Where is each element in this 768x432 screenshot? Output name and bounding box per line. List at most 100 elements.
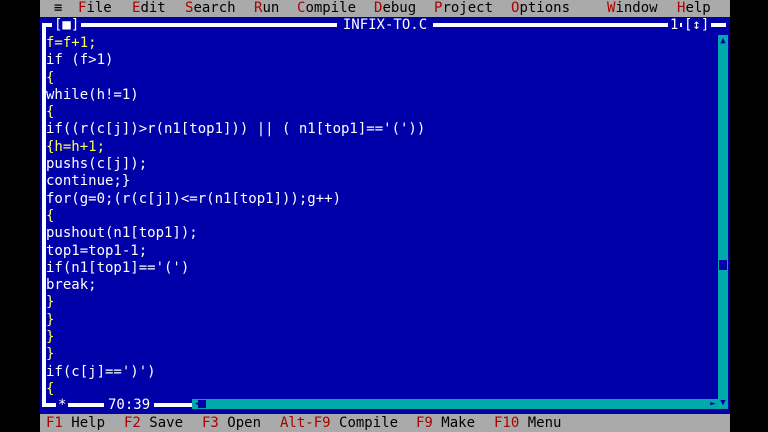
- code-text: {: [46, 69, 55, 86]
- horizontal-scroll-thumb[interactable]: [198, 400, 206, 408]
- menu-options[interactable]: Options: [511, 0, 570, 17]
- status-compile-label: Compile: [339, 415, 399, 431]
- status-save[interactable]: F2 Save: [124, 414, 183, 432]
- menu-bar: ≡ File Edit Search Run Compile Debug Pro…: [40, 0, 730, 17]
- code-text: }: [46, 294, 55, 311]
- code-line[interactable]: if(n1[top1]=='('): [46, 260, 716, 277]
- status-bar: F1 Help F2 Save F3 Open Alt-F9 Compile F…: [40, 414, 730, 432]
- code-text: continue;}: [46, 173, 131, 190]
- code-line[interactable]: }: [46, 312, 716, 329]
- code-text: while(h!=1): [46, 86, 139, 103]
- code-line[interactable]: while(h!=1): [46, 87, 716, 104]
- menu-help[interactable]: Help: [677, 0, 711, 17]
- menu-compile-label: ompile: [305, 0, 357, 16]
- menu-debug[interactable]: Debug: [374, 0, 416, 17]
- window-number: 1: [668, 17, 681, 33]
- code-text: }: [46, 346, 55, 363]
- status-menu-key: F10: [494, 415, 520, 431]
- status-help-label: Help: [71, 415, 106, 431]
- code-text: }: [46, 329, 55, 346]
- close-box-icon[interactable]: [■]: [52, 17, 82, 33]
- code-line[interactable]: {: [46, 381, 716, 398]
- code-text: for(g=0;(r(c[j])<=r(n1[top1]));g++): [46, 190, 342, 207]
- zoom-box-icon[interactable]: [↕]: [682, 17, 712, 33]
- menu-search-label: earch: [193, 0, 236, 16]
- code-line[interactable]: }: [46, 294, 716, 311]
- status-make-label: Make: [441, 415, 476, 431]
- menu-project[interactable]: Project: [434, 0, 493, 17]
- menu-window-label: indow: [615, 0, 658, 16]
- code-line[interactable]: f=f+1;: [46, 35, 716, 52]
- code-editor[interactable]: f=f+1; if (f>1) { while(h!=1) { if((r(c[…: [46, 35, 716, 410]
- code-line[interactable]: top1=top1-1;: [46, 243, 716, 260]
- code-text: {: [46, 104, 55, 121]
- code-text: }: [46, 311, 55, 328]
- status-open-label: Open: [227, 415, 262, 431]
- code-line[interactable]: {: [46, 104, 716, 121]
- code-line[interactable]: if((r(c[j])>r(n1[top1])) || ( n1[top1]==…: [46, 121, 716, 138]
- status-menu[interactable]: F10 Menu: [494, 414, 561, 432]
- menu-edit-label: dit: [140, 0, 166, 16]
- code-text: if (f>1): [46, 52, 114, 69]
- status-help-key: F1: [46, 415, 63, 431]
- code-line[interactable]: break;: [46, 277, 716, 294]
- menu-options-label: ptions: [519, 0, 571, 16]
- horizontal-scrollbar[interactable]: ◄ ►: [192, 399, 718, 409]
- code-line[interactable]: if(c[j]==')'): [46, 364, 716, 381]
- status-compile-key: Alt-F9: [280, 415, 331, 431]
- code-line[interactable]: if (f>1): [46, 52, 716, 69]
- code-text: if((r(c[j])>r(n1[top1])) || ( n1[top1]==…: [46, 121, 426, 138]
- code-line[interactable]: for(g=0;(r(c[j])<=r(n1[top1]));g++): [46, 191, 716, 208]
- code-text: {: [46, 380, 55, 397]
- code-line[interactable]: continue;}: [46, 173, 716, 190]
- code-line[interactable]: pushs(c[j]);: [46, 156, 716, 173]
- code-text: if(n1[top1]=='('): [46, 259, 190, 276]
- cursor-position: 70:39: [104, 398, 155, 412]
- code-text: pushs(c[j]);: [46, 156, 148, 173]
- code-line[interactable]: pushout(n1[top1]);: [46, 225, 716, 242]
- code-line[interactable]: }: [46, 346, 716, 363]
- status-save-key: F2: [124, 415, 141, 431]
- menu-file[interactable]: File: [78, 0, 112, 17]
- code-text: {: [46, 207, 55, 224]
- code-line[interactable]: {: [46, 70, 716, 87]
- menu-window[interactable]: Window: [607, 0, 658, 17]
- code-text: {h=h+1;: [46, 138, 106, 155]
- arrow-down-icon[interactable]: ▼: [718, 397, 728, 409]
- vertical-scrollbar[interactable]: ▲ ▼: [718, 35, 728, 409]
- modified-indicator: *: [56, 397, 69, 413]
- menu-debug-label: ebug: [382, 0, 417, 16]
- ide-window: ≡ File Edit Search Run Compile Debug Pro…: [40, 0, 730, 432]
- code-text: break;: [46, 277, 97, 294]
- code-text: if(c[j]==')'): [46, 363, 156, 380]
- window-title: INFIX-TO.C: [40, 17, 730, 33]
- menu-help-label: elp: [685, 0, 711, 16]
- code-line[interactable]: {: [46, 208, 716, 225]
- status-make[interactable]: F9 Make: [416, 414, 475, 432]
- code-line[interactable]: }: [46, 329, 716, 346]
- status-help[interactable]: F1 Help: [46, 414, 105, 432]
- status-make-key: F9: [416, 415, 433, 431]
- arrow-up-icon[interactable]: ▲: [718, 35, 728, 47]
- system-menu-icon[interactable]: ≡: [54, 0, 62, 17]
- status-open[interactable]: F3 Open: [202, 414, 261, 432]
- menu-run-label: un: [262, 0, 280, 16]
- menu-edit[interactable]: Edit: [132, 0, 166, 17]
- code-text: top1=top1-1;: [46, 242, 148, 259]
- status-compile[interactable]: Alt-F9 Compile: [280, 414, 398, 432]
- code-text: pushout(n1[top1]);: [46, 225, 198, 242]
- status-save-label: Save: [149, 415, 184, 431]
- code-line[interactable]: {h=h+1;: [46, 139, 716, 156]
- menu-project-label: roject: [442, 0, 494, 16]
- arrow-right-icon[interactable]: ►: [708, 399, 718, 409]
- vertical-scroll-thumb[interactable]: [719, 260, 727, 270]
- window-title-text: INFIX-TO.C: [336, 17, 434, 33]
- menu-run[interactable]: Run: [254, 0, 279, 17]
- menu-compile[interactable]: Compile: [297, 0, 356, 17]
- code-text: f=f+1;: [46, 35, 97, 51]
- menu-file-label: ile: [86, 0, 112, 16]
- status-menu-label: Menu: [527, 415, 562, 431]
- menu-search[interactable]: Search: [185, 0, 236, 17]
- status-open-key: F3: [202, 415, 219, 431]
- editor-window: INFIX-TO.C [■] 1 [↕] f=f+1; if (f>1) { w…: [40, 17, 730, 414]
